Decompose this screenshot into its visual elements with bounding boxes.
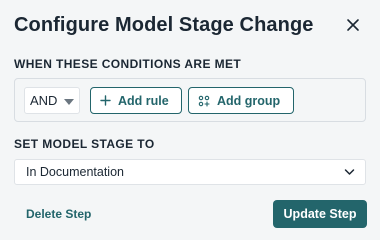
add-group-label: Add group (217, 93, 281, 108)
close-icon (347, 19, 359, 31)
conditions-label: WHEN THESE CONDITIONS ARE MET (14, 57, 242, 71)
close-button[interactable] (344, 16, 362, 34)
stage-select[interactable]: In Documentation (14, 159, 366, 185)
dialog-title: Configure Model Stage Change (14, 14, 314, 36)
operator-select[interactable]: AND (24, 87, 80, 114)
conditions-box: AND Add rule Add group (14, 78, 366, 122)
stage-label: SET MODEL STAGE TO (14, 137, 155, 151)
plus-icon (100, 95, 111, 106)
operator-value: AND (30, 93, 58, 108)
add-rule-button[interactable]: Add rule (90, 87, 182, 114)
update-step-button[interactable]: Update Step (273, 200, 367, 228)
chevron-down-icon (344, 169, 355, 175)
delete-step-link[interactable]: Delete Step (26, 207, 91, 221)
caret-down-icon (64, 99, 74, 105)
group-icon (198, 95, 210, 107)
add-group-button[interactable]: Add group (188, 87, 294, 114)
configure-stage-dialog: Configure Model Stage Change WHEN THESE … (0, 0, 380, 240)
stage-value: In Documentation (26, 165, 124, 179)
add-rule-label: Add rule (118, 93, 169, 108)
